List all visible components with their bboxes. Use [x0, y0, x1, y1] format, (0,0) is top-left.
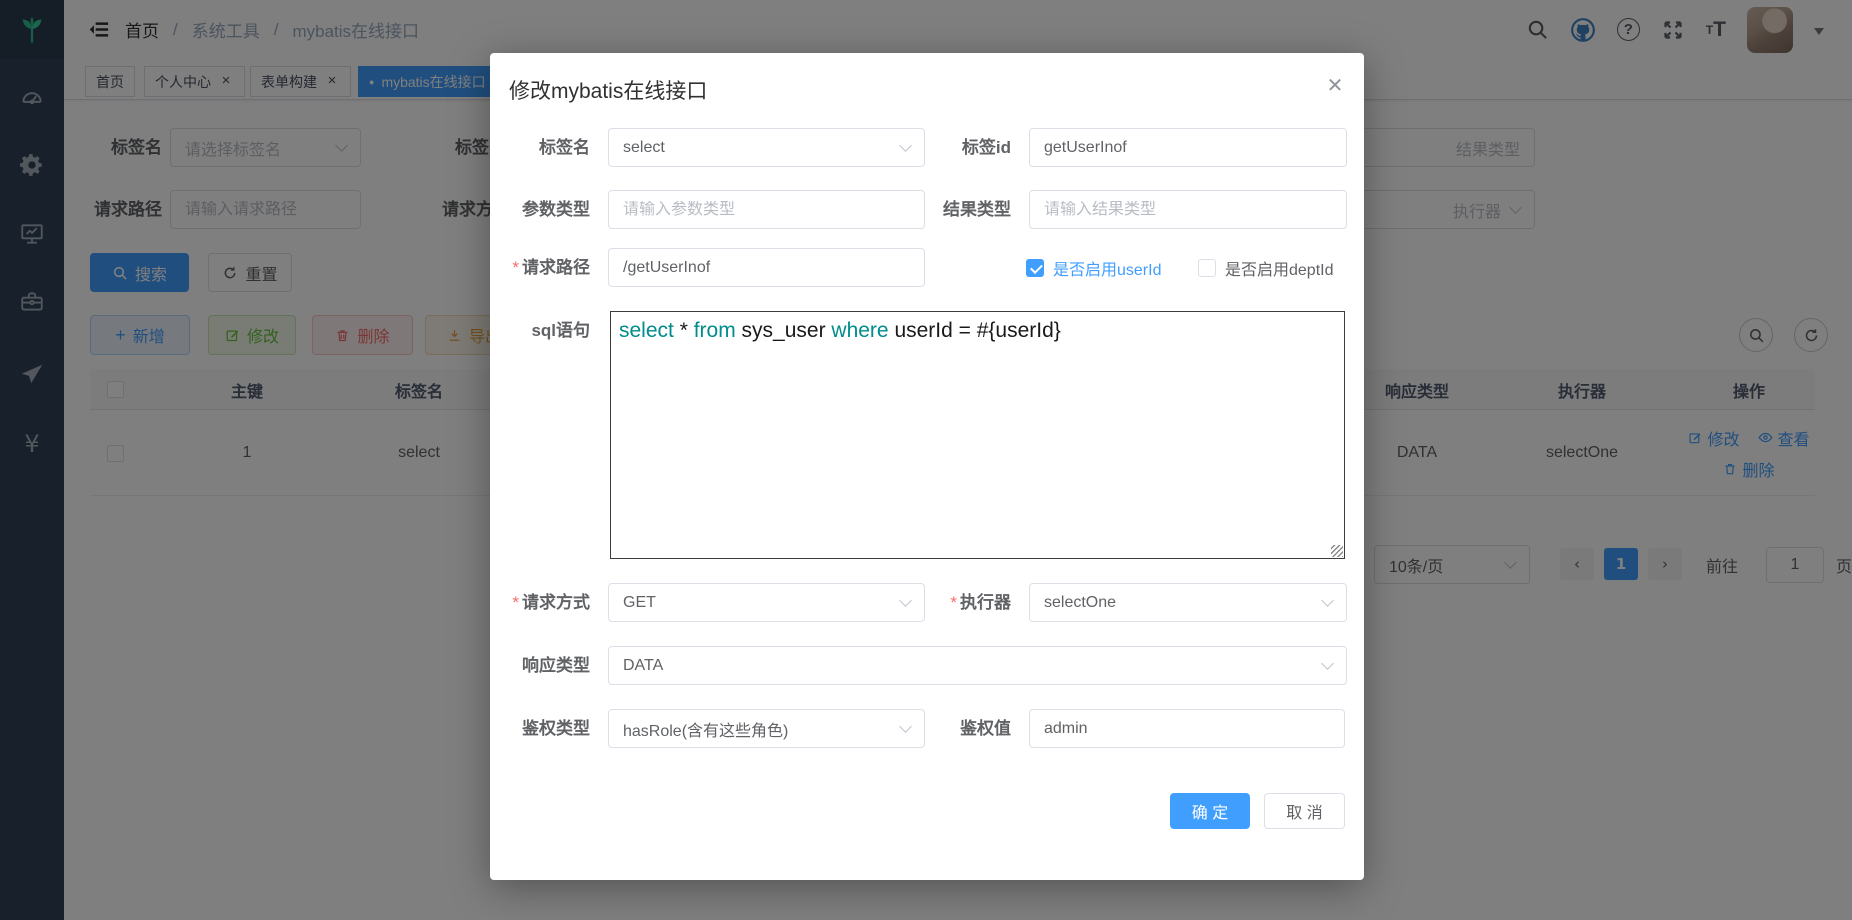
chevron-down-icon — [1321, 657, 1334, 670]
confirm-button[interactable]: 确 定 — [1170, 793, 1250, 829]
cancel-button[interactable]: 取 消 — [1264, 793, 1345, 829]
auth-type-label: 鉴权类型 — [500, 709, 590, 748]
auth-value-input[interactable] — [1044, 720, 1330, 738]
auth-value-label: 鉴权值 — [871, 709, 1011, 748]
sql-editor[interactable]: select * from sys_user where userId = #{… — [610, 311, 1345, 559]
tag-id-label: 标签id — [871, 128, 1011, 167]
request-path-input[interactable] — [623, 259, 910, 277]
chevron-down-icon — [1321, 594, 1334, 607]
resize-grip[interactable] — [1331, 545, 1343, 557]
response-type-select[interactable]: DATA — [608, 646, 1347, 685]
sql-label: sql语句 — [500, 311, 590, 350]
result-type-label: 结果类型 — [871, 190, 1011, 229]
param-type-label: 参数类型 — [500, 190, 590, 229]
enable-deptid-checkbox[interactable]: 是否启用deptId — [1198, 248, 1334, 287]
dialog-close-icon[interactable]: ✕ — [1320, 70, 1350, 100]
executor-label: *执行器 — [871, 583, 1011, 622]
tag-name-label: 标签名 — [500, 128, 590, 167]
request-path-label: *请求路径 — [500, 248, 590, 287]
request-path-input-wrap — [608, 248, 925, 287]
dialog-title: 修改mybatis在线接口 — [509, 75, 707, 105]
auth-value-input-wrap — [1029, 709, 1345, 748]
tag-id-input-wrap — [1029, 128, 1347, 167]
tag-id-input[interactable] — [1044, 139, 1332, 157]
response-type-label: 响应类型 — [500, 646, 590, 685]
executor-select[interactable]: selectOne — [1029, 583, 1347, 622]
edit-dialog: 修改mybatis在线接口 ✕ 标签名 select 标签id 参数类型 结果类… — [490, 53, 1364, 880]
request-method-label: *请求方式 — [500, 583, 590, 622]
result-type-input[interactable] — [1044, 201, 1332, 219]
checkbox-icon — [1198, 259, 1216, 277]
result-type-input-wrap — [1029, 190, 1347, 229]
param-type-input[interactable] — [623, 201, 910, 219]
checkbox-icon — [1026, 259, 1044, 277]
sql-code-line: select * from sys_user where userId = #{… — [619, 317, 1336, 345]
enable-userid-checkbox[interactable]: 是否启用userId — [1026, 248, 1161, 287]
